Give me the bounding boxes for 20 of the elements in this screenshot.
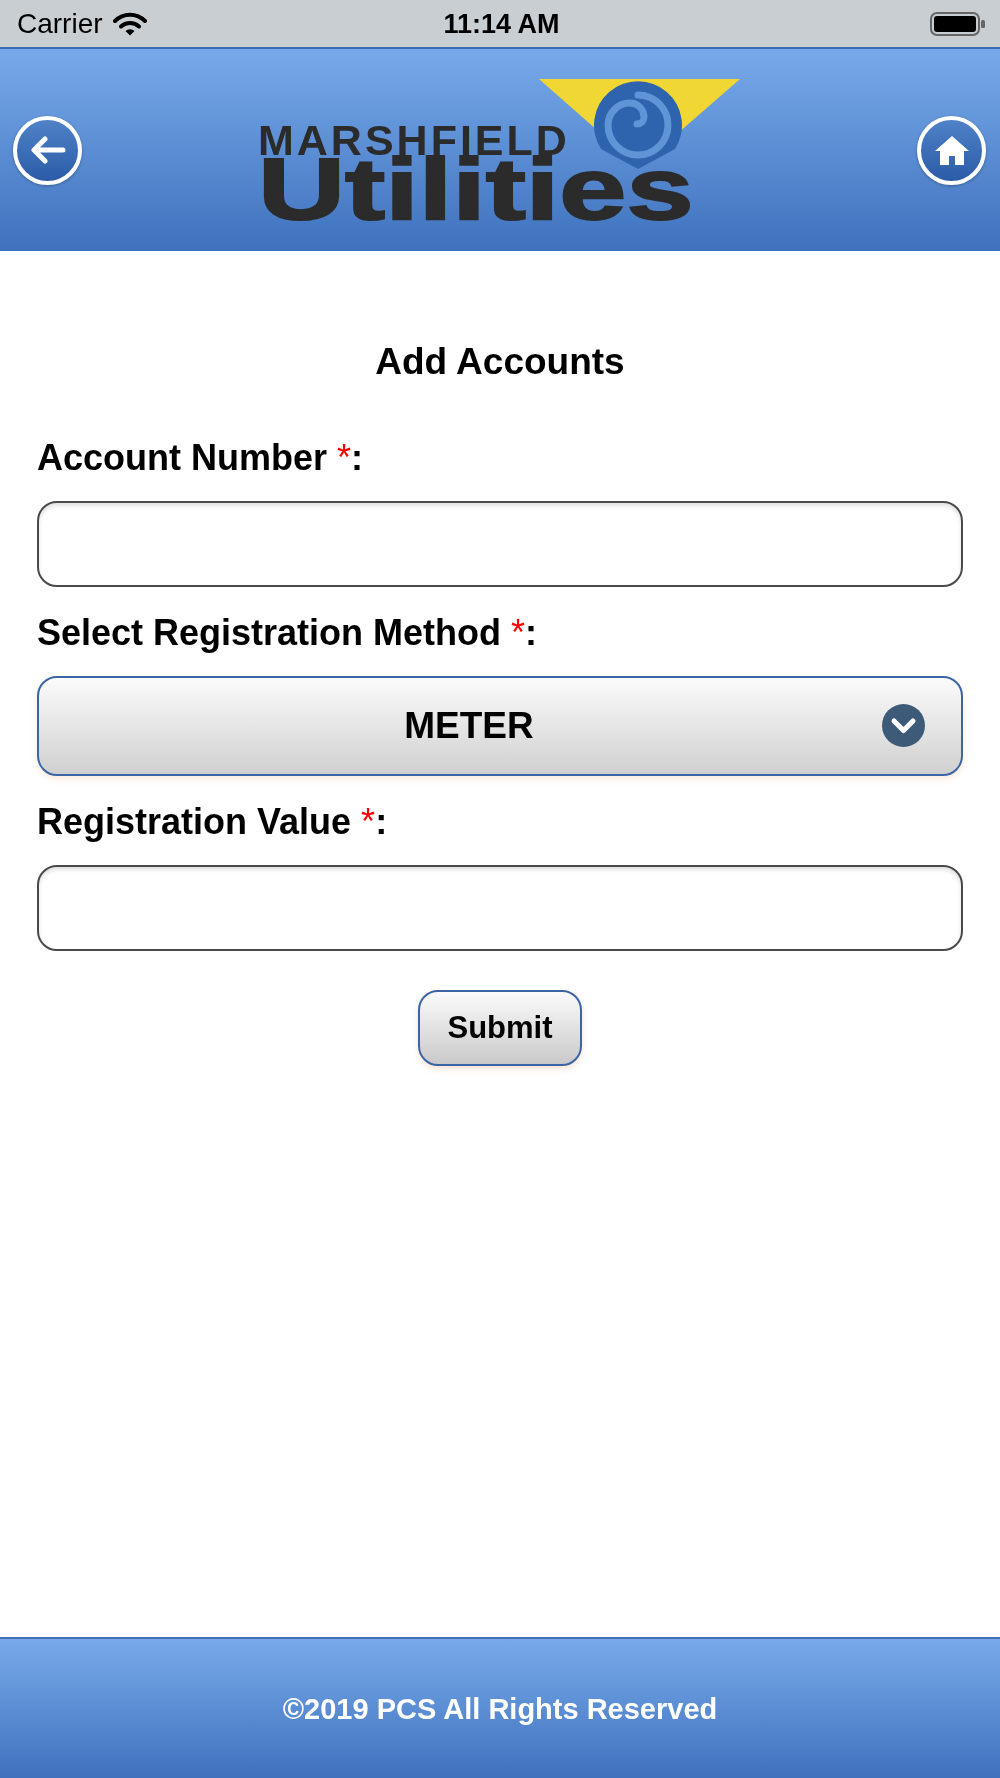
input-field[interactable] [37, 501, 963, 587]
left-arrow-icon [29, 136, 66, 164]
copyright-text: ©2019 PCS All Rights Reserved [282, 1691, 718, 1727]
field-label: Account Number *: [37, 436, 364, 480]
logo-text: MARSHFIELD [258, 122, 570, 157]
home-icon [933, 134, 970, 166]
dropdown[interactable]: METER [37, 676, 963, 776]
logo-text: Utilities [258, 156, 694, 221]
carrier-text: Carrier [17, 6, 103, 41]
submit-button[interactable]: Submit [418, 990, 582, 1066]
battery-icon [930, 11, 986, 36]
input-field[interactable] [37, 865, 963, 951]
field-label: Registration Value *: [37, 800, 388, 844]
time-text: 11:14 AM [443, 7, 560, 41]
home-button[interactable] [917, 115, 986, 185]
back-button[interactable] [13, 115, 82, 185]
chevron-down-icon [882, 704, 925, 747]
page-title: Add Accounts [375, 340, 625, 384]
field-label: Select Registration Method *: [37, 611, 538, 655]
wifi-icon [112, 11, 147, 36]
